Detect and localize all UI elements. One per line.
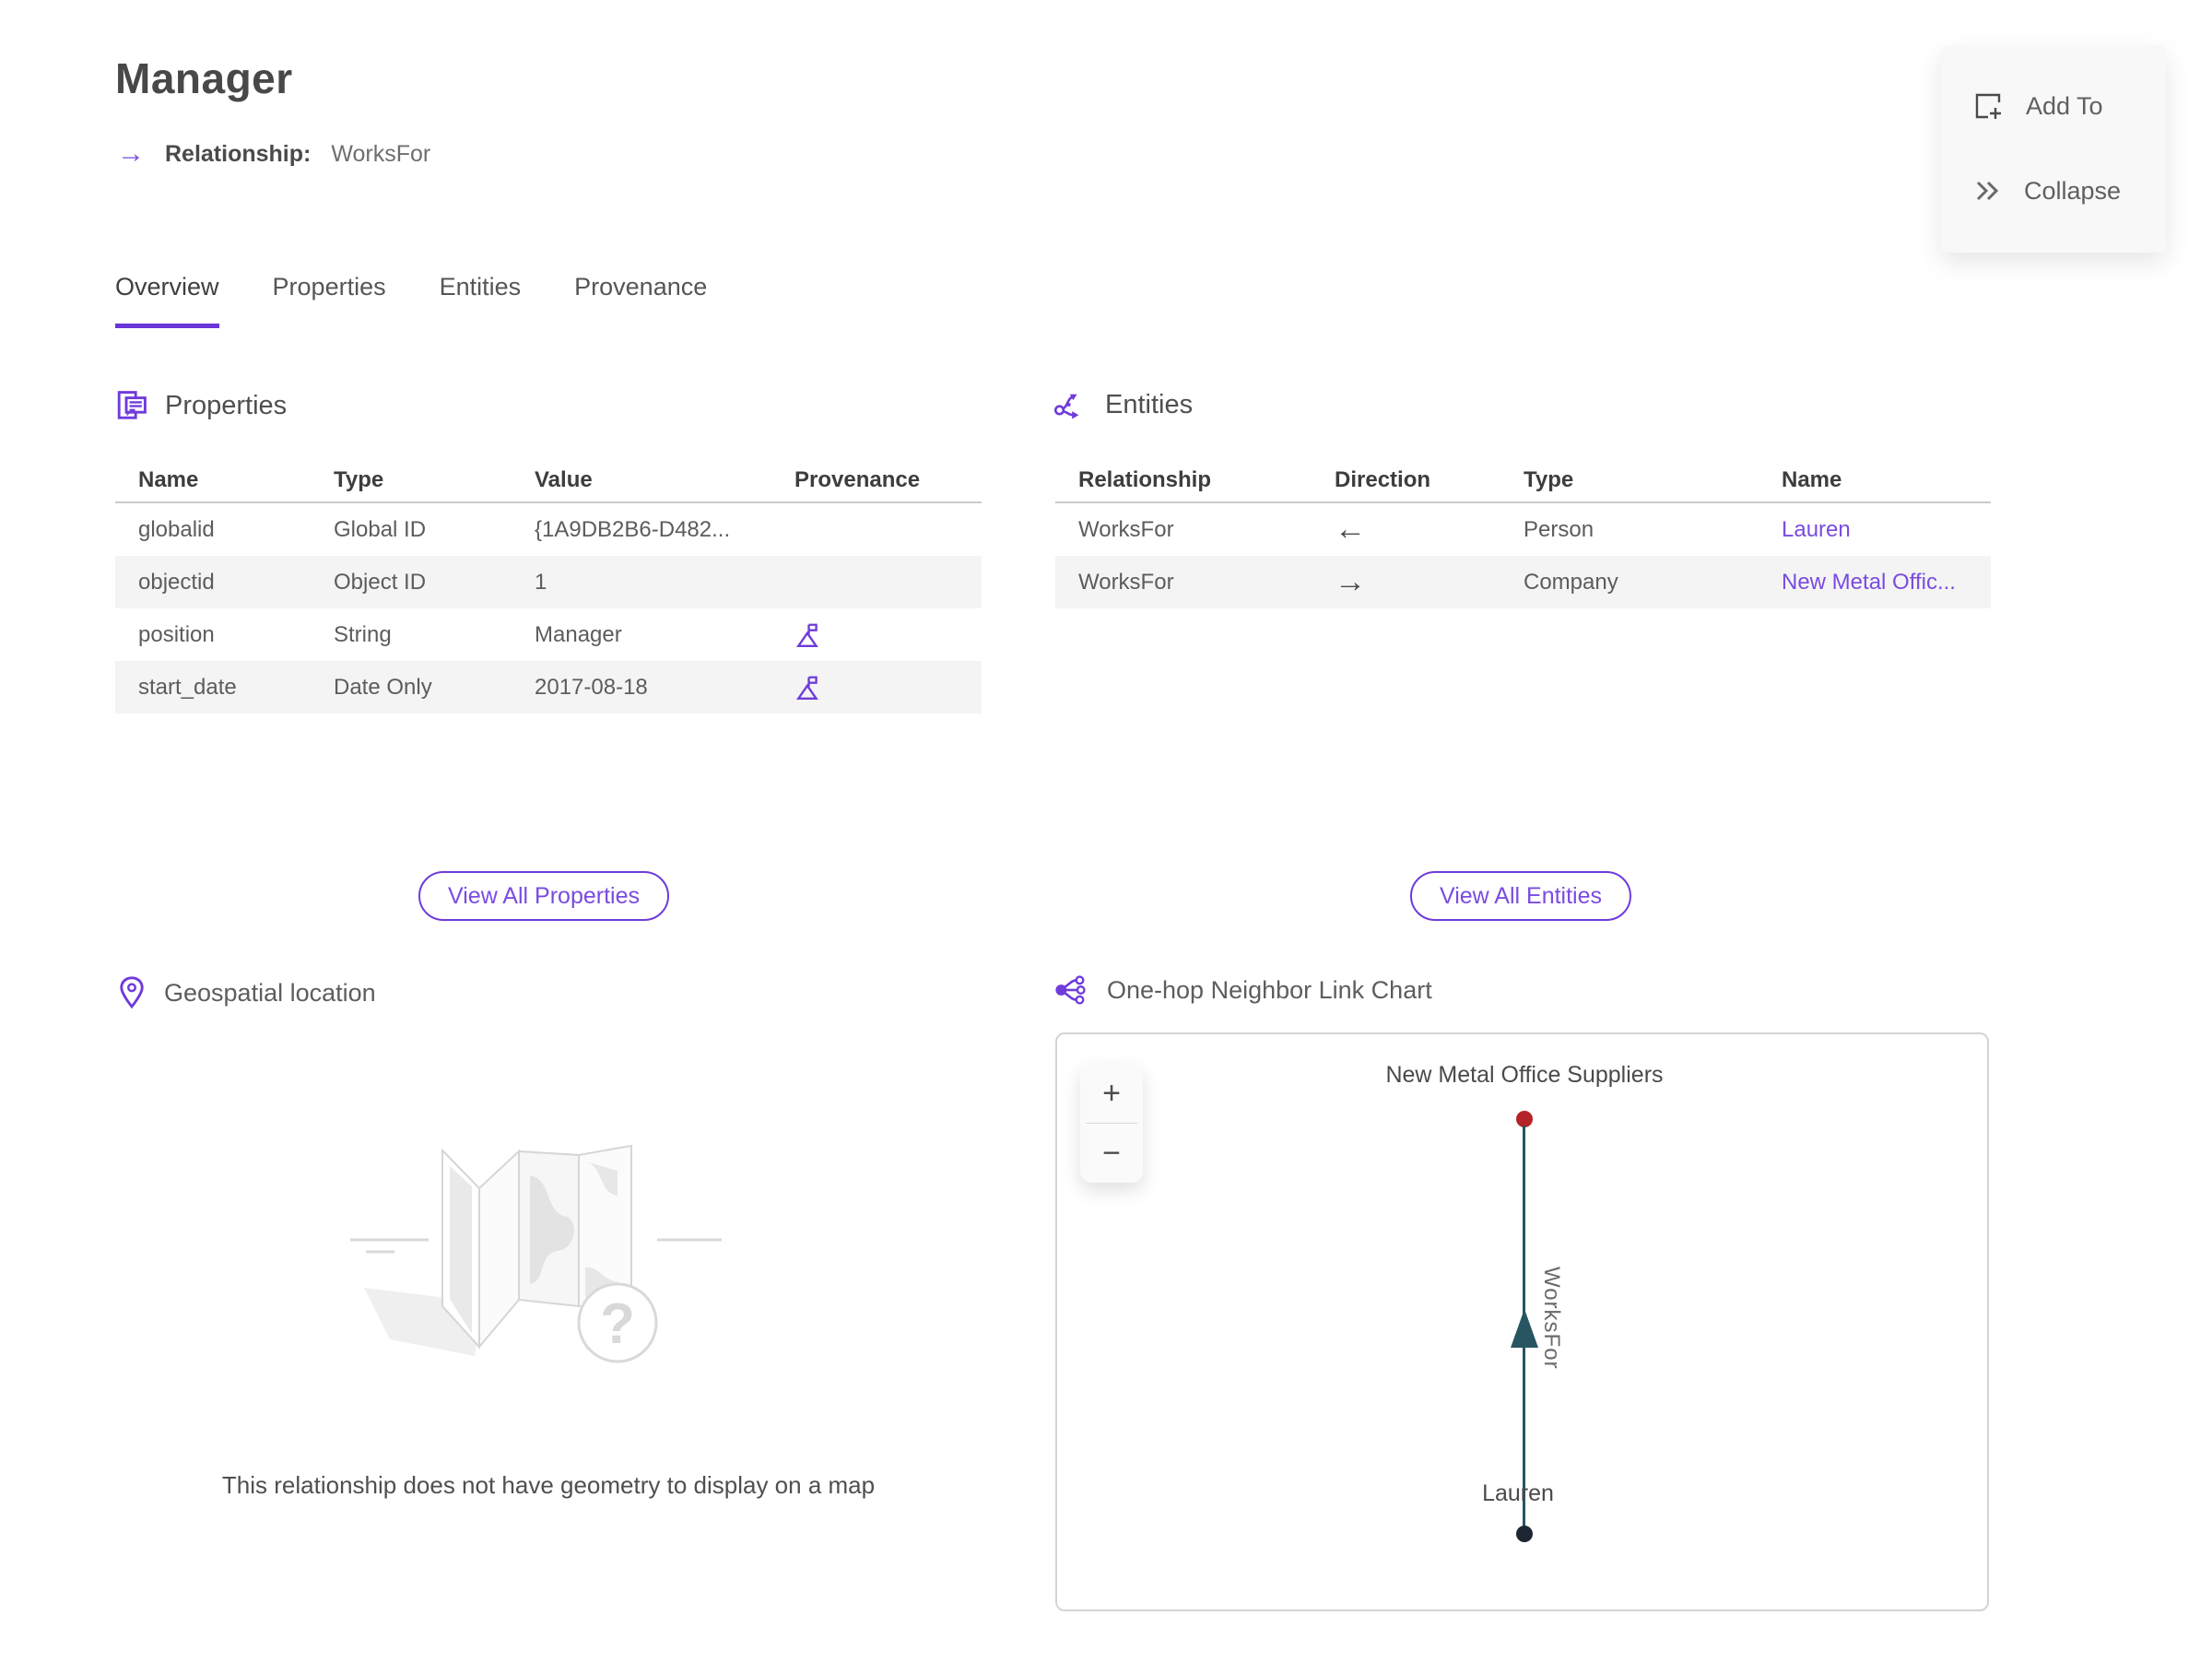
entity-relationship: WorksFor — [1078, 516, 1174, 542]
prop-value: 2017-08-18 — [535, 674, 648, 700]
add-to-icon — [1975, 93, 2001, 119]
link-chart-section-header: One-hop Neighbor Link Chart — [1053, 975, 1432, 1005]
entity-name-link[interactable]: New Metal Offic... — [1759, 570, 1991, 595]
properties-table-header: Name Type Value Provenance — [115, 459, 982, 503]
edge-arrowhead-icon — [1511, 1309, 1538, 1348]
tab-overview[interactable]: Overview — [115, 273, 219, 328]
col-direction: Direction — [1335, 467, 1431, 492]
prop-provenance — [771, 674, 982, 701]
entity-type: Company — [1524, 569, 1618, 595]
col-relationship: Relationship — [1078, 467, 1212, 492]
relationship-value: WorksFor — [331, 140, 431, 167]
node-label-person: Lauren — [1482, 1480, 1554, 1506]
entity-name-link[interactable]: Lauren — [1759, 517, 1991, 543]
entities-icon — [1053, 394, 1079, 419]
add-to-label: Add To — [2026, 91, 2103, 120]
map-pin-icon — [120, 976, 144, 1009]
collapse-label: Collapse — [2024, 176, 2122, 205]
table-row: WorksFor ← Person Lauren — [1055, 503, 1991, 556]
edge-label: WorksFor — [1539, 1267, 1564, 1370]
prop-provenance — [771, 621, 982, 649]
entity-relationship: WorksFor — [1078, 569, 1174, 595]
zoom-in-button[interactable]: + — [1080, 1064, 1143, 1123]
prop-name: globalid — [138, 516, 215, 542]
prop-name: objectid — [138, 569, 215, 595]
provenance-flag-icon[interactable] — [794, 674, 822, 701]
entities-table: Relationship Direction Type Name WorksFo… — [1055, 459, 1991, 608]
table-row: start_date Date Only 2017-08-18 — [115, 661, 982, 713]
properties-section-header: Properties — [115, 389, 287, 422]
table-row: WorksFor → Company New Metal Offic... — [1055, 556, 1991, 608]
add-to-button[interactable]: Add To — [1941, 72, 2166, 140]
collapse-icon — [1976, 181, 1999, 201]
prop-type: Global ID — [334, 516, 427, 542]
entity-type: Person — [1524, 516, 1594, 542]
graph-node-person[interactable] — [1516, 1526, 1533, 1542]
prop-name: start_date — [138, 674, 237, 700]
node-label-company: New Metal Office Suppliers — [1385, 1062, 1664, 1088]
properties-table: Name Type Value Provenance globalid Glob… — [115, 459, 982, 713]
tab-provenance[interactable]: Provenance — [574, 273, 707, 328]
zoom-control: + − — [1080, 1064, 1143, 1183]
view-all-properties-button[interactable]: View All Properties — [418, 871, 669, 921]
prop-value: 1 — [535, 569, 547, 595]
zoom-out-button[interactable]: − — [1080, 1124, 1143, 1183]
entities-section-title: Entities — [1105, 389, 1194, 419]
entities-section-header: Entities — [1053, 389, 1193, 420]
prop-type: Date Only — [334, 674, 432, 700]
tab-properties[interactable]: Properties — [273, 273, 386, 328]
relationship-subtitle: → Relationship: WorksFor — [117, 140, 430, 168]
link-chart-icon — [1055, 975, 1086, 1005]
col-type: Type — [1524, 467, 1574, 492]
table-row: position String Manager — [115, 608, 982, 661]
properties-icon — [117, 391, 147, 419]
col-name: Name — [1782, 467, 1842, 492]
col-type: Type — [334, 467, 384, 492]
direction-arrow-icon: → — [1335, 564, 1366, 599]
actions-panel: Add To Collapse — [1941, 46, 2166, 253]
link-chart-canvas[interactable]: + − New Metal Office Suppliers WorksFor … — [1055, 1032, 1989, 1611]
entities-table-header: Relationship Direction Type Name — [1055, 459, 1991, 503]
provenance-flag-icon[interactable] — [794, 621, 822, 649]
direction-arrow-icon: ← — [1335, 512, 1366, 547]
prop-value: Manager — [535, 621, 622, 647]
col-name: Name — [138, 467, 199, 492]
properties-section-title: Properties — [165, 390, 288, 420]
link-chart-section-title: One-hop Neighbor Link Chart — [1107, 975, 1432, 1004]
page-title: Manager — [115, 54, 293, 102]
prop-type: String — [334, 621, 392, 647]
relationship-arrow-icon: → — [117, 138, 145, 169]
col-value: Value — [535, 467, 593, 492]
geospatial-section-header: Geospatial location — [118, 975, 376, 1010]
geospatial-section-title: Geospatial location — [164, 978, 376, 1007]
col-provenance: Provenance — [794, 467, 921, 492]
relationship-label: Relationship: — [165, 140, 312, 167]
tab-bar: Overview Properties Entities Provenance — [115, 273, 707, 328]
no-geometry-message: This relationship does not have geometry… — [221, 1471, 876, 1499]
table-row: globalid Global ID {1A9DB2B6-D482... — [115, 503, 982, 556]
prop-value: {1A9DB2B6-D482... — [535, 516, 731, 542]
prop-name: position — [138, 621, 215, 647]
question-mark-glyph: ? — [600, 1292, 635, 1356]
table-row: objectid Object ID 1 — [115, 556, 982, 608]
tab-entities[interactable]: Entities — [440, 273, 522, 328]
collapse-button[interactable]: Collapse — [1941, 157, 2166, 225]
prop-type: Object ID — [334, 569, 427, 595]
map-placeholder-illustration: ? — [350, 1144, 722, 1363]
view-all-entities-button[interactable]: View All Entities — [1409, 871, 1632, 921]
